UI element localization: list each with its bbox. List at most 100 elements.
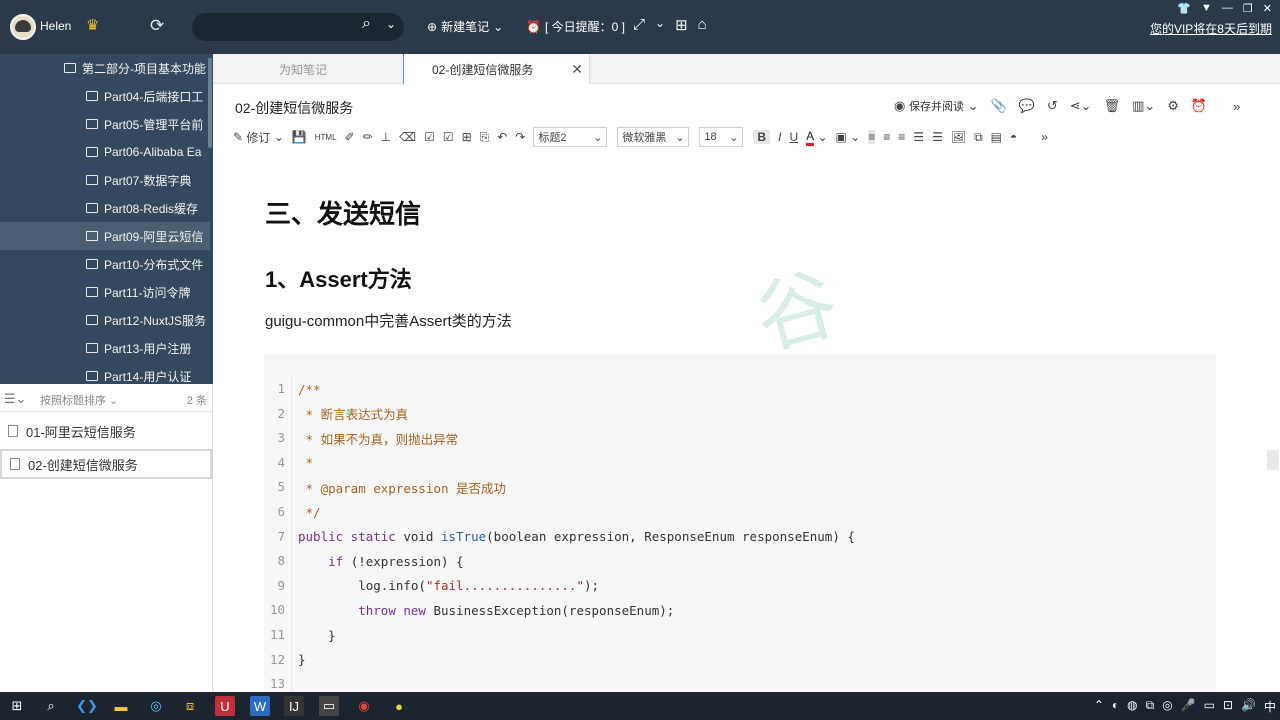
revise-button[interactable]: ✎ 修订 ⌄ xyxy=(233,129,284,146)
list-sort-icon[interactable]: ☰⌄ xyxy=(4,391,27,407)
highlighter-icon[interactable]: ✏ xyxy=(363,130,373,144)
editor-scrollbar[interactable] xyxy=(1267,450,1279,470)
emoji-icon[interactable]: ◓ xyxy=(1010,130,1017,144)
tree-scrollbar[interactable] xyxy=(208,58,212,148)
close-icon[interactable]: ✕ xyxy=(571,61,583,78)
table-icon[interactable]: ⊞ xyxy=(462,130,472,144)
delete-icon[interactable]: 🗑 xyxy=(1104,98,1121,114)
intellij-icon[interactable]: U xyxy=(215,696,235,716)
save-icon[interactable]: 💾 xyxy=(292,130,307,144)
more-icon[interactable]: » xyxy=(1233,99,1240,114)
tree-item[interactable]: Part09-阿里云短信 xyxy=(0,222,210,250)
battery-icon[interactable]: ▭ xyxy=(1204,698,1215,715)
vip-notice-link[interactable]: 您的VIP将在8天后到期 xyxy=(1150,20,1272,37)
vscode-icon[interactable]: ❮❯ xyxy=(76,696,98,716)
layout-icon[interactable]: ▥⌄ xyxy=(1132,98,1155,114)
vip-crown-icon[interactable]: ♛ xyxy=(86,16,99,34)
app-tray-icon[interactable]: ⧉ xyxy=(1146,698,1155,715)
tray-icon-2[interactable]: ◎ xyxy=(1162,698,1172,715)
word-icon[interactable]: W xyxy=(250,696,270,716)
tree-item[interactable]: Part07-数据字典 xyxy=(0,166,210,194)
sort-dropdown[interactable]: 按照标题排序 ⌄ xyxy=(40,392,118,408)
align-left-icon[interactable]: ≡ xyxy=(868,130,876,144)
tree-item[interactable]: Part14-用户认证 xyxy=(0,362,210,384)
restore-icon[interactable]: ❐ xyxy=(1243,2,1253,15)
tree-item[interactable]: Part05-管理平台前 xyxy=(0,110,210,138)
note-list-item[interactable]: 01-阿里云短信服务 xyxy=(0,416,212,446)
italic-button[interactable]: I xyxy=(778,130,781,144)
chevron-down-icon[interactable]: ⌄ xyxy=(655,16,665,34)
share-icon[interactable]: ⋖⌄ xyxy=(1070,98,1092,114)
tree-item[interactable]: Part11-访问令牌 xyxy=(0,278,210,306)
tree-item[interactable]: Part06-Alibaba Ea xyxy=(0,138,210,166)
tab-current-note[interactable]: 02-创建短信微服务 ✕ xyxy=(403,54,590,84)
volume-icon[interactable]: 🔊 xyxy=(1241,698,1256,715)
font-select[interactable]: 微软雅黑 ⌄ xyxy=(617,127,690,147)
search-icon[interactable]: ⌕ xyxy=(362,15,371,33)
chrome-icon[interactable]: ◉ xyxy=(354,696,374,716)
tree-item[interactable]: Part13-用户注册 xyxy=(0,334,210,362)
checkbox-icon[interactable]: ☑ xyxy=(443,130,454,144)
code-block[interactable]: 1/** 2 * 断言表达式为真 3 * 如果不为真，则抛出异常 4 * 5 * @pa… xyxy=(264,355,1216,692)
pen-icon[interactable]: ✐ xyxy=(345,130,355,144)
editor-content[interactable]: 谷 三、发送短信 1、Assert方法 guigu-common中完善Asser… xyxy=(215,152,1265,692)
microphone-icon[interactable]: 🎤 xyxy=(1181,698,1196,715)
close-icon[interactable]: ✕ xyxy=(1263,2,1272,15)
bold-button[interactable]: B xyxy=(753,130,771,144)
windows-start-icon[interactable]: ⊞ xyxy=(7,696,27,716)
screenshot-icon[interactable]: ⧉ xyxy=(974,130,983,145)
style-select[interactable]: 标题2 ⌄ xyxy=(533,127,608,147)
app-icon[interactable]: ⧈ xyxy=(180,696,200,716)
undo-icon[interactable]: ↶ xyxy=(497,130,507,144)
image-icon[interactable]: 🖼 xyxy=(951,130,966,144)
search-input[interactable] xyxy=(192,13,404,41)
username[interactable]: Helen xyxy=(40,19,71,33)
attachment-icon[interactable]: 📎 xyxy=(990,98,1006,114)
doc-title[interactable]: 02-创建短信微服务 xyxy=(235,98,353,118)
font-color-button[interactable]: A ⌄ xyxy=(806,129,828,146)
sync-icon[interactable]: ⟳ xyxy=(150,16,164,36)
tree-item[interactable]: 第二部分-项目基本功能 xyxy=(0,54,210,82)
align-right-icon[interactable]: ≡ xyxy=(898,130,905,144)
wiznote-icon[interactable]: ● xyxy=(389,696,409,716)
skin-icon[interactable]: 👕 xyxy=(1177,2,1191,15)
search-chevron-down-icon[interactable]: ⌄ xyxy=(386,17,396,31)
new-note-button[interactable]: ⊕ 新建笔记 ⌄ xyxy=(427,18,503,35)
redo-icon[interactable]: ↷ xyxy=(515,130,525,144)
ordered-list-icon[interactable]: ☰ xyxy=(913,130,924,144)
grid-icon[interactable]: ⊞ xyxy=(675,16,688,34)
eraser-icon[interactable]: ⌫ xyxy=(399,130,416,144)
qq-icon[interactable]: ◐ xyxy=(1112,698,1119,715)
browser-icon[interactable]: ◎ xyxy=(146,696,166,716)
network-icon[interactable]: ⊡ xyxy=(1223,698,1233,715)
underline-button[interactable]: U xyxy=(789,130,798,144)
comment-icon[interactable]: 💬 xyxy=(1019,98,1035,114)
shield-icon[interactable]: ◍ xyxy=(1127,698,1137,715)
idea-icon[interactable]: IJ xyxy=(284,696,304,716)
html-icon[interactable]: HTML xyxy=(315,133,337,142)
template-icon[interactable]: ▤ xyxy=(991,130,1002,144)
unordered-list-icon[interactable]: ☰ xyxy=(932,130,943,144)
tree-item[interactable]: Part12-NuxtJS服务 xyxy=(0,306,210,334)
more-icon[interactable]: » xyxy=(1041,130,1048,144)
size-select[interactable]: 18 ⌄ xyxy=(699,127,744,147)
align-center-icon[interactable]: ≡ xyxy=(883,130,890,144)
chevron-up-icon[interactable]: ⌃ xyxy=(1094,698,1104,715)
avatar[interactable] xyxy=(10,14,36,40)
ime-indicator[interactable]: 中 xyxy=(1264,698,1276,715)
search-icon[interactable]: ⌕ xyxy=(41,696,61,716)
save-read-button[interactable]: ◉ 保存并阅读 ⌄ xyxy=(894,98,978,114)
alarm-icon[interactable]: ⏰ xyxy=(1191,98,1207,114)
lock-icon[interactable]: ⚙ xyxy=(1167,98,1179,114)
history-icon[interactable]: ↺ xyxy=(1047,98,1058,114)
reminder-button[interactable]: ⏰ [ 今日提醒：0 ] xyxy=(526,18,625,35)
file-explorer-icon[interactable]: ▬ xyxy=(111,696,131,716)
tree-item[interactable]: Part04-后端接口工 xyxy=(0,82,210,110)
tab-wiznote[interactable]: 为知笔记 xyxy=(213,54,403,84)
format-painter-icon[interactable]: ⎘ xyxy=(480,130,490,145)
checkbox-edit-icon[interactable]: ☑ xyxy=(424,130,435,144)
tree-item[interactable]: Part08-Redis缓存 xyxy=(0,194,210,222)
highlight-color-button[interactable]: ▣ ⌄ xyxy=(836,130,861,144)
minimize-icon[interactable]: — xyxy=(1222,2,1233,15)
terminal-icon[interactable]: ▭ xyxy=(319,696,339,716)
